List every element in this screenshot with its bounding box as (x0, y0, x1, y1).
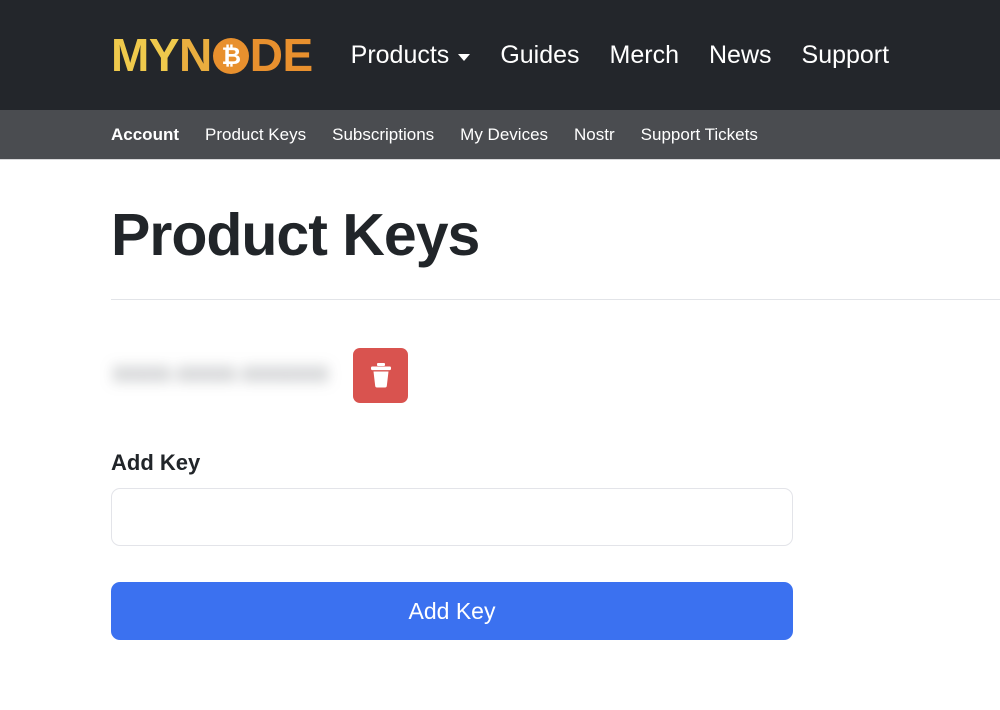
delete-key-button[interactable] (353, 347, 409, 403)
brand-logo[interactable]: MY N ₿ DE (111, 32, 313, 78)
subnav-item-nostr[interactable]: Nostr (574, 125, 615, 145)
brand-logo-my: MY (111, 29, 180, 81)
subnav-item-subscriptions[interactable]: Subscriptions (332, 125, 434, 145)
add-key-submit-button[interactable]: Add Key (111, 581, 793, 640)
trash-icon (368, 361, 394, 389)
subnav-item-product-keys[interactable]: Product Keys (205, 125, 306, 145)
brand-logo-n: N (179, 29, 212, 81)
nav-item-products-label: Products (350, 40, 450, 69)
product-key-value: XXXX-XXXX-XXXXXX (113, 363, 330, 386)
subnav-item-account[interactable]: Account (111, 125, 179, 145)
top-navigation-bar: MY N ₿ DE Products Guides Merch News Suppor… (0, 0, 1000, 110)
add-key-form: Add Key Add Key (111, 450, 1000, 640)
page-title: Product Keys (111, 202, 480, 268)
main-content: Product Keys XXXX-XXXX-XXXXXX Add Key Ad… (0, 160, 1000, 640)
subnav-item-support-tickets[interactable]: Support Tickets (641, 125, 758, 145)
nav-item-guides[interactable]: Guides (500, 41, 579, 70)
nav-item-products[interactable]: Products (351, 41, 471, 70)
subnav-item-my-devices[interactable]: My Devices (460, 125, 548, 145)
svg-text:₿: ₿ (221, 43, 240, 70)
account-sub-navigation: Account Product Keys Subscriptions My De… (0, 110, 1000, 160)
brand-logo-text: MY N ₿ DE (111, 32, 313, 78)
chevron-down-icon (458, 53, 471, 61)
add-key-input[interactable] (111, 487, 793, 546)
brand-logo-de: DE (249, 29, 313, 81)
nav-item-news[interactable]: News (709, 41, 772, 70)
primary-nav: Products Guides Merch News Support (351, 41, 889, 70)
nav-item-merch[interactable]: Merch (610, 41, 679, 70)
nav-item-merch-label: Merch (609, 40, 679, 69)
product-key-row: XXXX-XXXX-XXXXXX (111, 300, 1000, 403)
nav-item-support-label: Support (801, 40, 890, 69)
bitcoin-icon: ₿ (212, 38, 249, 74)
nav-item-support[interactable]: Support (802, 41, 890, 70)
nav-item-news-label: News (709, 40, 772, 69)
add-key-label: Add Key (111, 449, 201, 475)
nav-item-guides-label: Guides (500, 40, 580, 69)
